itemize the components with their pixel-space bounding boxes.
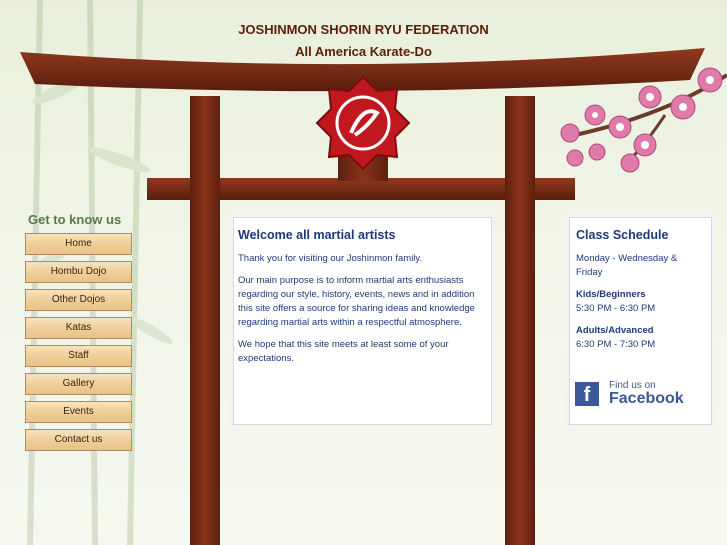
nav-item-gallery[interactable]: Gallery [25,373,132,395]
nav-item-katas[interactable]: Katas [25,317,132,339]
class-schedule-panel: Class Schedule Monday - Wednesday & Frid… [569,217,712,425]
schedule-days: Monday - Wednesday & Friday [576,253,678,278]
cherry-blossom-decoration [560,67,727,173]
site-title: JOSHINMON SHORIN RYU FEDERATION [238,22,489,37]
nav-item-home[interactable]: Home [25,233,132,255]
nav-item-events[interactable]: Events [25,401,132,423]
schedule-title: Class Schedule [576,228,669,242]
schedule-group-time: 5:30 PM - 6:30 PM [576,303,656,314]
welcome-paragraph: Our main purpose is to inform martial ar… [238,275,475,328]
nav-item-hombu-dojo[interactable]: Hombu Dojo [25,261,132,283]
schedule-group-label: Kids/Beginners [576,289,646,300]
nav-item-staff[interactable]: Staff [25,345,132,367]
welcome-paragraph: We hope that this site meets at least so… [238,339,449,364]
welcome-panel: Welcome all martial artists Thank you fo… [233,217,492,425]
facebook-link[interactable]: f Find us on Facebook [575,380,685,410]
nav-heading: Get to know us [28,212,122,227]
schedule-group-time: 6:30 PM - 7:30 PM [576,339,656,350]
site-subtitle: All America Karate-Do [295,44,432,59]
emblem-icon [315,75,411,171]
nav-item-contact-us[interactable]: Contact us [25,429,132,451]
facebook-icon: f [575,382,599,406]
schedule-group-label: Adults/Advanced [576,325,654,336]
nav-item-other-dojos[interactable]: Other Dojos [25,289,132,311]
sidebar-nav: Home Hombu Dojo Other Dojos Katas Staff … [25,233,132,457]
welcome-paragraph: Thank you for visiting our Joshinmon fam… [238,253,423,264]
facebook-wordmark: Facebook [609,390,684,407]
welcome-title: Welcome all martial artists [238,228,396,242]
